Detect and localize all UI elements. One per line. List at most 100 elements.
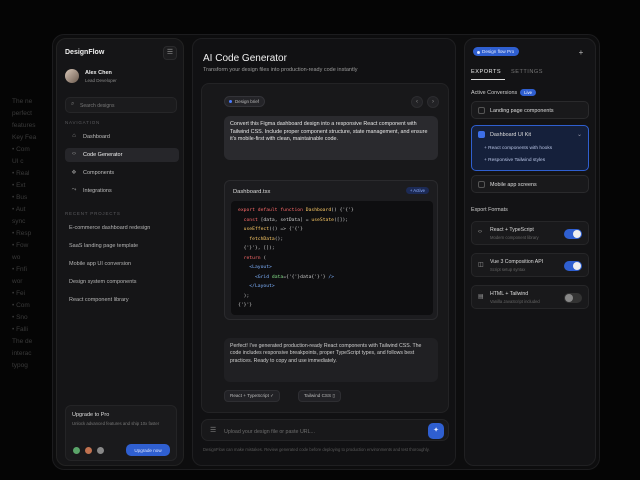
- conversion-option: + React components with hooks: [484, 146, 553, 151]
- conversion-mobile-app[interactable]: Mobile app screens: [471, 175, 589, 193]
- code-filename: Dashboard.tsx: [233, 189, 271, 195]
- plan-badge[interactable]: Design flow Pro: [473, 47, 520, 56]
- nav-label: Code Generator: [83, 152, 123, 158]
- conversion-dashboard-ui-kit[interactable]: Dashboard UI Kit ⌄ + React components wi…: [471, 125, 589, 171]
- status-dot: [229, 100, 232, 103]
- team-avatar: [96, 446, 105, 455]
- upgrade-title: Upgrade to Pro: [72, 412, 110, 418]
- conversion-landing-page[interactable]: Landing page components: [471, 101, 589, 119]
- upgrade-button[interactable]: Upgrade now: [126, 444, 170, 456]
- format-html-tailwind: ▤ HTML + Tailwind Vanilla JavaScript inc…: [471, 285, 589, 309]
- user-message: Convert this Figma dashboard design into…: [224, 116, 438, 160]
- project-item[interactable]: E-commerce dashboard redesign: [69, 225, 150, 231]
- main-panel: AI Code Generator Transform your design …: [192, 38, 456, 466]
- background-text-line: perfect: [12, 110, 32, 117]
- background-text-line: • Com: [12, 302, 30, 309]
- background-text-line: • Real: [12, 170, 30, 177]
- page-title: AI Code Generator: [203, 53, 287, 64]
- chat-thread: Design brief ‹ › Convert this Figma dash…: [201, 83, 449, 413]
- sidebar: DesignFlow ☰ Alex Chen Lead Developer ⌕ …: [56, 38, 184, 466]
- toggle-knob: [573, 230, 581, 238]
- background-text-line: • Fow: [12, 242, 29, 249]
- send-button[interactable]: ✦: [428, 423, 444, 439]
- recent-projects-label: RECENT PROJECTS: [65, 211, 121, 216]
- background-text-line: wo: [12, 254, 21, 261]
- nav-item-code-generator[interactable]: ‹› Code Generator: [65, 148, 179, 162]
- code-content[interactable]: export default function Dashboard() {'{'…: [231, 201, 433, 315]
- avatar: [65, 69, 79, 83]
- context-pill[interactable]: Design brief: [224, 96, 266, 107]
- checkbox[interactable]: [478, 107, 485, 114]
- nav-item-components[interactable]: ❖ Components: [65, 166, 179, 180]
- background-text-line: The de: [12, 338, 33, 345]
- nav-label: Components: [83, 170, 115, 176]
- live-badge: Live: [520, 89, 537, 96]
- team-avatar: [72, 446, 81, 455]
- chevron-down-icon[interactable]: ⌄: [577, 131, 582, 138]
- prev-button[interactable]: ‹: [411, 96, 423, 108]
- page-subtitle: Transform your design files into product…: [203, 67, 358, 73]
- user-profile[interactable]: Alex Chen Lead Developer: [65, 69, 177, 91]
- code-icon: ‹›: [478, 229, 482, 235]
- background-text-line: • Ext: [12, 182, 26, 189]
- context-pill-label: Design brief: [235, 99, 260, 104]
- format-title: Vue 3 Composition API: [490, 259, 544, 265]
- exports-panel: Design flow Pro + EXPORTS SETTINGS Activ…: [464, 38, 596, 466]
- conversion-label: Dashboard UI Kit: [490, 132, 532, 138]
- upgrade-card: Upgrade to Pro Unlock advanced features …: [65, 405, 177, 461]
- composer: ☰ ✦: [201, 419, 449, 441]
- format-description: Script setup syntax: [490, 267, 526, 272]
- format-title: React + TypeScript: [490, 227, 534, 233]
- nav-label: Integrations: [83, 188, 112, 194]
- nav-item-dashboard[interactable]: ⌂ Dashboard: [65, 130, 179, 144]
- background-text-line: • Falli: [12, 326, 28, 333]
- search-input[interactable]: [80, 101, 172, 110]
- status-dot: [477, 50, 480, 54]
- search-box: ⌕: [65, 97, 177, 113]
- project-item[interactable]: Mobile app UI conversion: [69, 261, 131, 267]
- checkbox[interactable]: [478, 131, 485, 138]
- next-button[interactable]: ›: [427, 96, 439, 108]
- project-item[interactable]: Design system components: [69, 279, 137, 285]
- add-button[interactable]: +: [575, 47, 587, 59]
- integrations-icon: ⤳: [71, 187, 77, 193]
- background-text-line: • Fei: [12, 290, 26, 297]
- menu-button[interactable]: ☰: [163, 46, 177, 60]
- background-text-line: • Aut: [12, 206, 26, 213]
- attach-icon[interactable]: ☰: [210, 426, 216, 434]
- tab-exports[interactable]: EXPORTS: [471, 69, 501, 75]
- upgrade-description: Unlock advanced features and ship 10x fa…: [72, 421, 160, 426]
- format-toggle[interactable]: [564, 229, 582, 239]
- export-formats-label: Export Formats: [471, 207, 508, 213]
- active-tab-indicator: [471, 79, 505, 80]
- checkbox[interactable]: [478, 181, 485, 188]
- chip-tailwind-css[interactable]: Tailwind CSS ▯: [298, 390, 341, 402]
- plan-badge-label: Design flow Pro: [482, 49, 515, 54]
- disclaimer: DesignFlow can make mistakes. Review gen…: [203, 447, 430, 452]
- background-text-line: • Resp: [12, 230, 32, 237]
- background-text-line: The ne: [12, 98, 33, 105]
- toggle-knob: [565, 294, 573, 302]
- conversion-option: + Responsive Tailwind styles: [484, 158, 546, 163]
- conversion-label: Mobile app screens: [490, 182, 537, 188]
- background-text-line: typog: [12, 362, 28, 369]
- background-text-line: Key Fea: [12, 134, 37, 141]
- file-icon: ▤: [478, 294, 484, 300]
- background-text-line: • Com: [12, 146, 30, 153]
- format-title: HTML + Tailwind: [490, 291, 529, 297]
- background-text-line: wor: [12, 278, 23, 285]
- section-title: Active Conversions: [471, 90, 518, 96]
- code-icon: ‹›: [72, 151, 76, 157]
- active-conversions-label: Active Conversions Live: [471, 89, 537, 96]
- code-status-badge: + Active: [405, 187, 429, 194]
- format-toggle[interactable]: [564, 293, 582, 303]
- nav-item-integrations[interactable]: ⤳ Integrations: [65, 184, 179, 198]
- prompt-input[interactable]: [224, 427, 404, 436]
- tab-settings[interactable]: SETTINGS: [511, 69, 543, 75]
- chip-react-typescript[interactable]: React + TypeScript ✓: [224, 390, 280, 402]
- project-item[interactable]: React component library: [69, 297, 129, 303]
- project-item[interactable]: SaaS landing page template: [69, 243, 138, 249]
- format-toggle[interactable]: [564, 261, 582, 271]
- background-text-line: interac: [12, 350, 32, 357]
- background-text-line: sync: [12, 218, 26, 225]
